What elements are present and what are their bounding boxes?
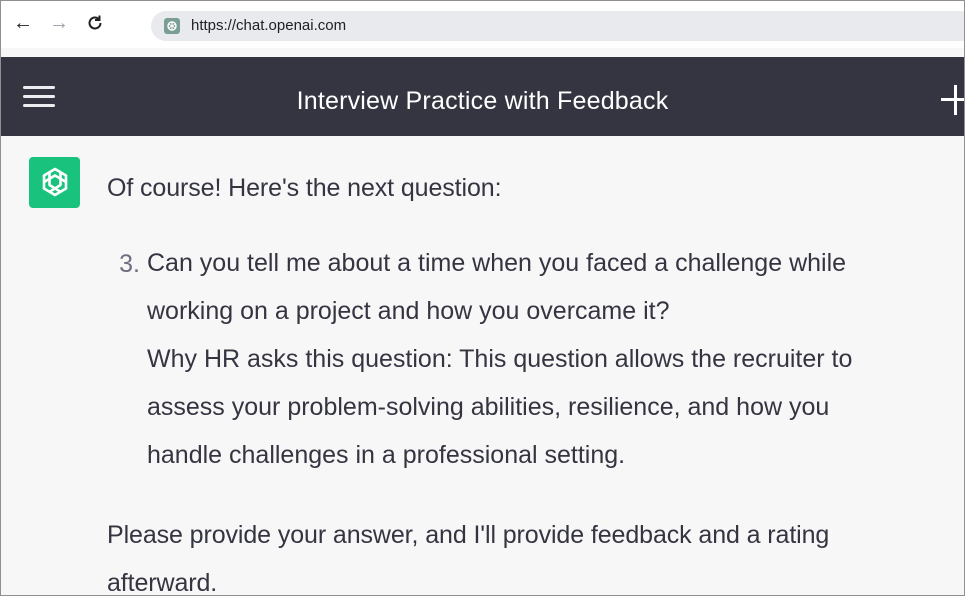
- forward-arrow-icon[interactable]: →: [47, 11, 71, 35]
- browser-toolbar: ← → https://chat.openai.com: [1, 1, 964, 48]
- site-favicon: [164, 18, 180, 34]
- assistant-message-intro: Of course! Here's the next question:: [107, 174, 502, 202]
- question-number: 3.: [119, 250, 140, 278]
- question-line: handle challenges in a professional sett…: [147, 441, 626, 469]
- assistant-message-outro: Please provide your answer, and I'll pro…: [107, 511, 947, 596]
- app-frame: ← → https://chat.openai.com Interview Pr…: [0, 0, 965, 596]
- question-line: Can you tell me about a time when you fa…: [147, 249, 847, 277]
- outro-line: Please provide your answer, and I'll pro…: [107, 521, 830, 549]
- question-line: Why HR asks this question: This question…: [147, 345, 853, 373]
- address-bar-url[interactable]: https://chat.openai.com: [191, 18, 346, 34]
- openai-logo-icon: [29, 157, 80, 208]
- question-line: working on a project and how you overcam…: [147, 297, 670, 325]
- reload-icon[interactable]: [83, 11, 107, 35]
- back-arrow-icon[interactable]: ←: [11, 11, 35, 35]
- conversation-title: Interview Practice with Feedback: [296, 87, 669, 115]
- chat-header: Interview Practice with Feedback: [1, 57, 964, 136]
- reload-arrow-icon: [88, 15, 102, 30]
- question-text: Can you tell me about a time when you fa…: [147, 239, 937, 479]
- outro-line: afterward.: [107, 569, 218, 596]
- question-line: assess your problem-solving abilities, r…: [147, 393, 830, 421]
- plus-icon[interactable]: [941, 85, 964, 115]
